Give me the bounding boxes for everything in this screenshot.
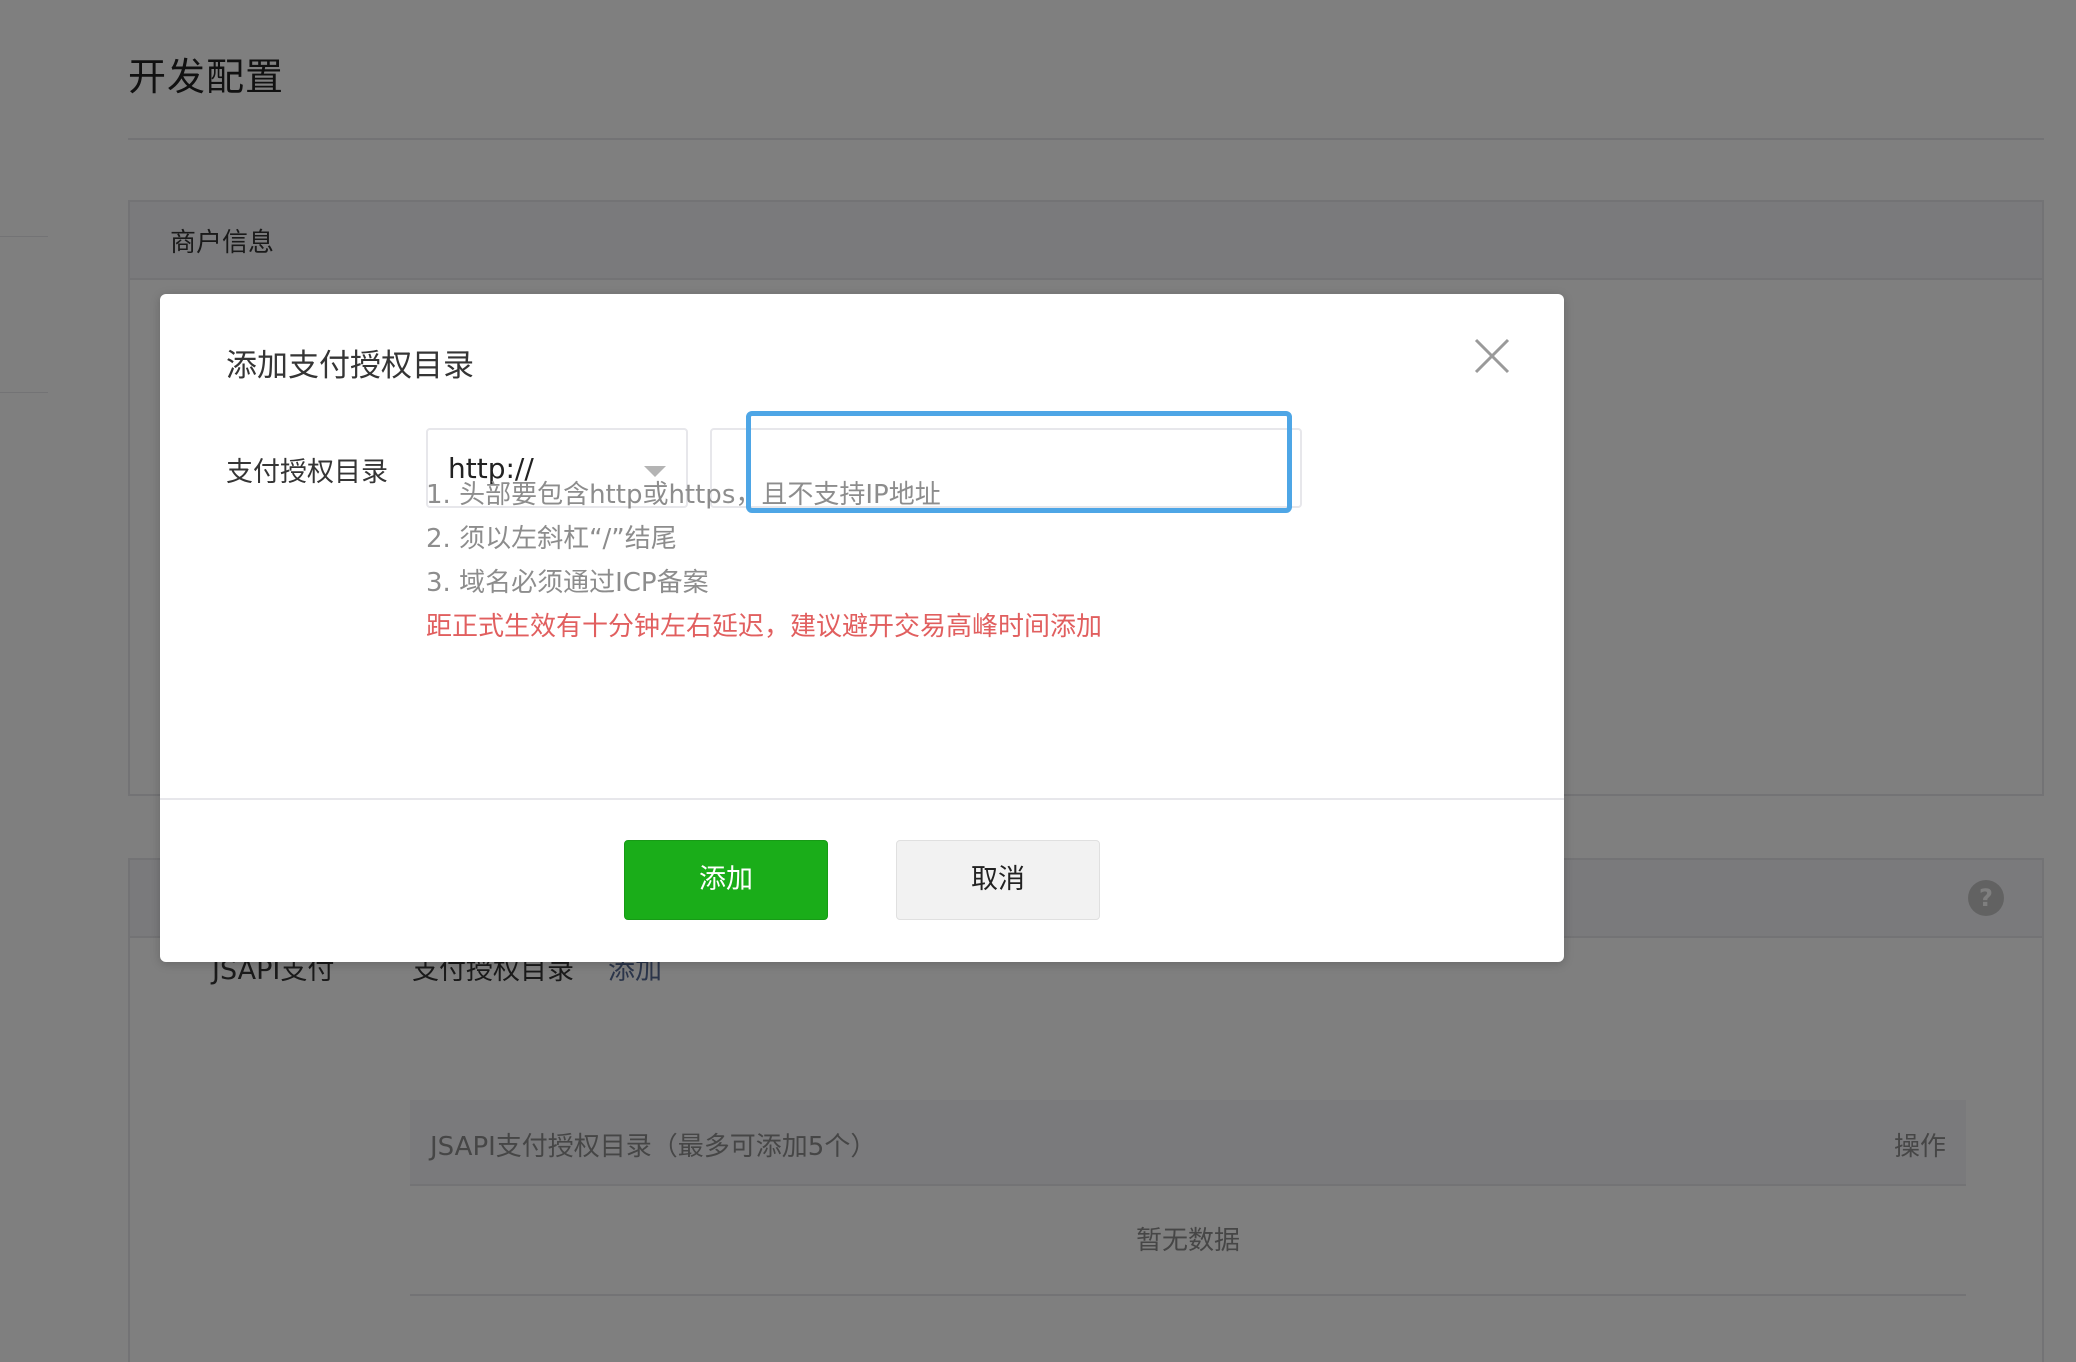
confirm-add-button[interactable]: 添加 [624,840,828,920]
page: 开发配置 商户信息 ? JSAPI支付 支付授权目录 添加 JSAPI支付授权目… [0,0,2076,1362]
close-icon[interactable] [1470,334,1514,378]
cancel-button[interactable]: 取消 [896,840,1100,920]
dialog-title: 添加支付授权目录 [226,348,474,384]
tip-line-2: 2. 须以左斜杠“/”结尾 [426,524,677,554]
tip-line-1: 1. 头部要包含http或https，且不支持IP地址 [426,480,941,510]
dialog-footer-divider [160,798,1564,800]
tip-line-3: 3. 域名必须通过ICP备案 [426,568,709,598]
delay-warning: 距正式生效有十分钟左右延迟，建议避开交易高峰时间添加 [426,612,1103,642]
add-pay-dir-dialog: 添加支付授权目录 支付授权目录 http:// 1. 头部要包含http或htt… [160,294,1564,962]
field-label: 支付授权目录 [226,457,388,488]
